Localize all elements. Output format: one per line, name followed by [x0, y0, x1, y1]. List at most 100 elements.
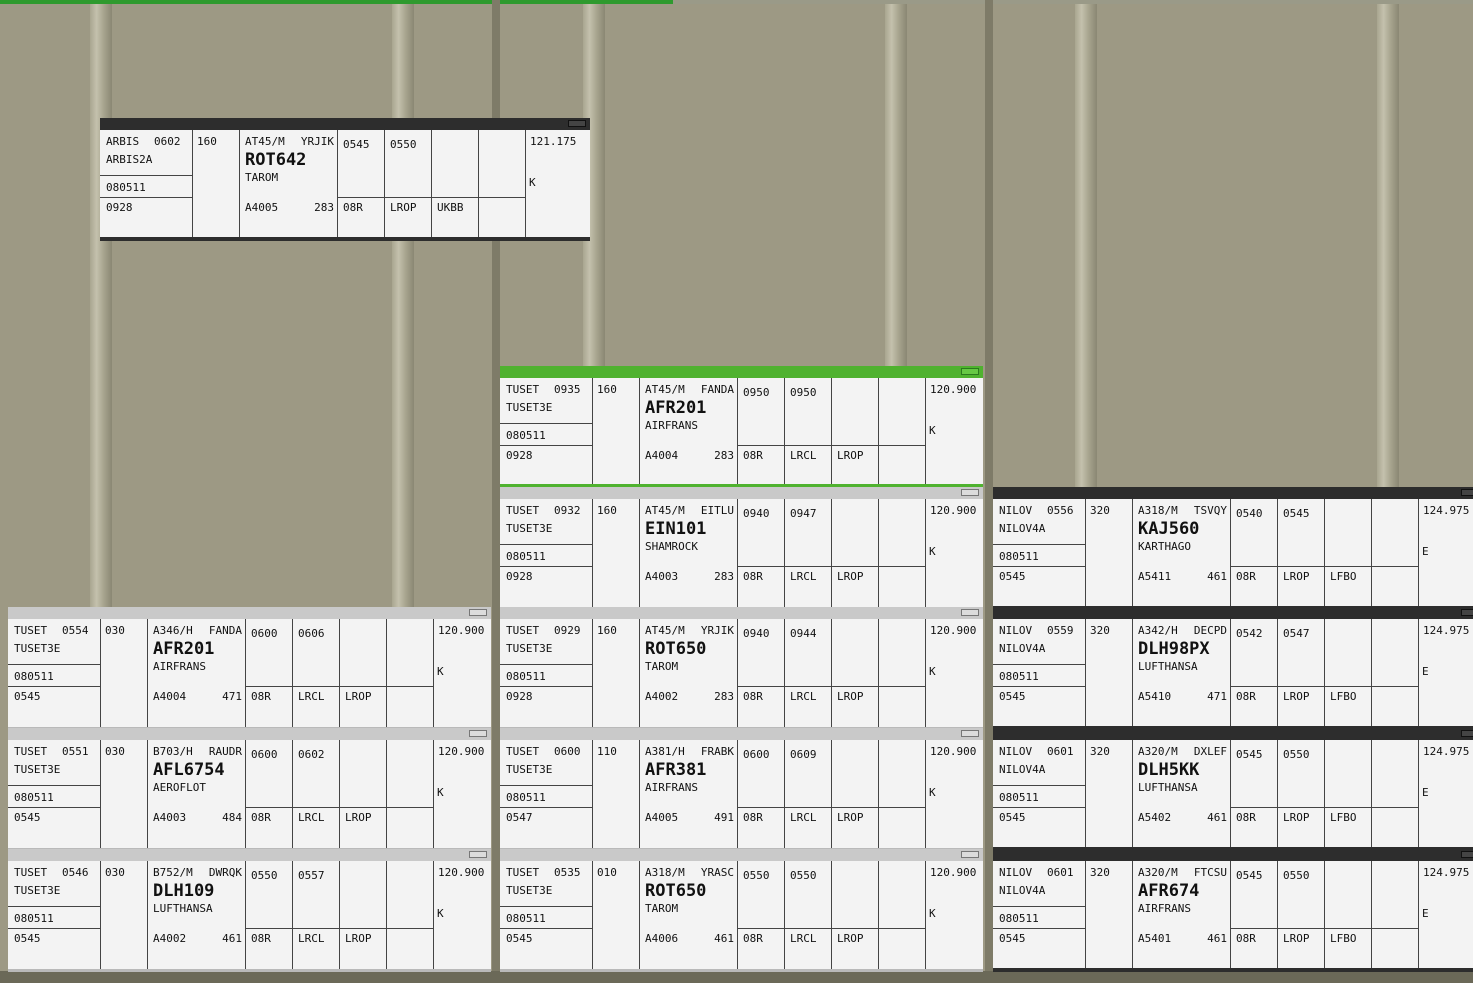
- strip-level-cell[interactable]: 320: [1085, 740, 1132, 847]
- strip-body[interactable]: ARBIS 0602 ARBIS2A 080511 0928 160 AT45/…: [100, 130, 590, 241]
- strip-header-bar[interactable]: [8, 849, 491, 861]
- strip-time2-cell[interactable]: 0606 LRCL: [292, 619, 339, 727]
- strip-level-cell[interactable]: 160: [592, 378, 639, 484]
- strip-time1-cell[interactable]: 0600 08R: [737, 740, 784, 848]
- strip-level-cell[interactable]: 160: [192, 130, 239, 237]
- drag-grip-icon[interactable]: [1461, 489, 1473, 496]
- strip-time1-cell[interactable]: 0600 08R: [245, 619, 292, 727]
- strip-empty-cell[interactable]: [878, 619, 925, 727]
- strip-time1-cell[interactable]: 0940 08R: [737, 619, 784, 727]
- flight-strip-rot650[interactable]: TUSET 0929 TUSET3E 080511 0928 160 AT45/…: [500, 607, 983, 730]
- strip-time2-cell[interactable]: 0947 LRCL: [784, 499, 831, 607]
- flight-strip-afr201[interactable]: TUSET 0935 TUSET3E 080511 0928 160 AT45/…: [500, 366, 983, 489]
- flight-strip-afr381[interactable]: TUSET 0600 TUSET3E 080511 0547 110 A381/…: [500, 728, 983, 851]
- strip-empty-cell[interactable]: [1371, 740, 1418, 847]
- strip-time2-cell[interactable]: 0550 LROP: [1277, 861, 1324, 968]
- strip-route-cell[interactable]: LFBO: [1324, 861, 1371, 968]
- strip-aircraft-cell[interactable]: AT45/M YRJIK ROT642 TAROM A4005 283: [239, 130, 337, 237]
- flight-strip-afl6754[interactable]: TUSET 0551 TUSET3E 080511 0545 030 B703/…: [8, 728, 491, 851]
- strip-route-cell[interactable]: LROP: [831, 740, 878, 848]
- strip-level-cell[interactable]: 160: [592, 619, 639, 727]
- strip-time1-cell[interactable]: 0950 08R: [737, 378, 784, 484]
- strip-body[interactable]: TUSET 0546 TUSET3E 080511 0545 030 B752/…: [8, 861, 491, 972]
- strip-time2-cell[interactable]: 0550 LRCL: [784, 861, 831, 969]
- strip-body[interactable]: TUSET 0554 TUSET3E 080511 0545 030 A346/…: [8, 619, 491, 730]
- drag-grip-icon[interactable]: [961, 489, 979, 496]
- strip-body[interactable]: TUSET 0535 TUSET3E 080511 0545 010 A318/…: [500, 861, 983, 972]
- strip-header-bar[interactable]: [993, 728, 1473, 740]
- strip-header-bar[interactable]: [500, 607, 983, 619]
- strip-header-bar[interactable]: [993, 607, 1473, 619]
- strip-body[interactable]: TUSET 0929 TUSET3E 080511 0928 160 AT45/…: [500, 619, 983, 730]
- strip-header-bar[interactable]: [500, 366, 983, 378]
- strip-header-bar[interactable]: [500, 728, 983, 740]
- drag-grip-icon[interactable]: [961, 609, 979, 616]
- strip-time2-cell[interactable]: 0550 LROP: [1277, 740, 1324, 847]
- strip-aircraft-cell[interactable]: A346/H FANDA AFR201 AIRFRANS A4004 471: [147, 619, 245, 727]
- strip-time1-cell[interactable]: 0550 08R: [245, 861, 292, 969]
- strip-time1-cell[interactable]: 0542 08R: [1230, 619, 1277, 726]
- strip-time2-cell[interactable]: 0557 LRCL: [292, 861, 339, 969]
- flight-strip-dlh5kk[interactable]: NILOV 0601 NILOV4A 080511 0545 320 A320/…: [993, 728, 1473, 851]
- strip-aircraft-cell[interactable]: A318/M TSVQY KAJ560 KARTHAGO A5411 461: [1132, 499, 1230, 606]
- strip-route-cell[interactable]: LROP: [831, 861, 878, 969]
- strip-aircraft-cell[interactable]: B752/M DWRQK DLH109 LUFTHANSA A4002 461: [147, 861, 245, 969]
- strip-route-cell[interactable]: LROP: [831, 499, 878, 607]
- flight-strip-dlh109[interactable]: TUSET 0546 TUSET3E 080511 0545 030 B752/…: [8, 849, 491, 972]
- strip-header-bar[interactable]: [8, 728, 491, 740]
- strip-route-cell[interactable]: LROP: [831, 378, 878, 484]
- strip-level-cell[interactable]: 320: [1085, 861, 1132, 968]
- strip-level-cell[interactable]: 110: [592, 740, 639, 848]
- strip-aircraft-cell[interactable]: AT45/M EITLU EIN101 SHAMROCK A4003 283: [639, 499, 737, 607]
- drag-grip-icon[interactable]: [568, 120, 586, 127]
- strip-time2-cell[interactable]: 0602 LRCL: [292, 740, 339, 848]
- strip-frequency-cell[interactable]: 120.900 K: [925, 378, 983, 484]
- strip-header-bar[interactable]: [993, 487, 1473, 499]
- strip-body[interactable]: NILOV 0556 NILOV4A 080511 0545 320 A318/…: [993, 499, 1473, 610]
- strip-header-bar[interactable]: [100, 118, 590, 130]
- strip-body[interactable]: TUSET 0551 TUSET3E 080511 0545 030 B703/…: [8, 740, 491, 851]
- strip-time2-cell[interactable]: 0545 LROP: [1277, 499, 1324, 606]
- strip-time2-cell[interactable]: 0547 LROP: [1277, 619, 1324, 726]
- strip-time1-cell[interactable]: 0545 08R: [1230, 861, 1277, 968]
- strip-frequency-cell[interactable]: 120.900 K: [925, 861, 983, 969]
- strip-frequency-cell[interactable]: 121.175 K: [525, 130, 590, 237]
- strip-route-cell[interactable]: LROP: [339, 861, 386, 969]
- strip-route-cell[interactable]: LROP: [339, 740, 386, 848]
- drag-grip-icon[interactable]: [961, 730, 979, 737]
- drag-grip-icon[interactable]: [1461, 851, 1473, 858]
- strip-header-bar[interactable]: [500, 849, 983, 861]
- strip-frequency-cell[interactable]: 120.900 K: [433, 740, 491, 848]
- strip-route-cell[interactable]: UKBB: [431, 130, 478, 237]
- strip-time1-cell[interactable]: 0540 08R: [1230, 499, 1277, 606]
- strip-time1-cell[interactable]: 0550 08R: [737, 861, 784, 969]
- strip-frequency-cell[interactable]: 120.900 K: [925, 619, 983, 727]
- strip-aircraft-cell[interactable]: AT45/M FANDA AFR201 AIRFRANS A4004 283: [639, 378, 737, 484]
- strip-header-bar[interactable]: [8, 607, 491, 619]
- strip-empty-cell[interactable]: [878, 499, 925, 607]
- strip-aircraft-cell[interactable]: A320/M FTCSU AFR674 AIRFRANS A5401 461: [1132, 861, 1230, 968]
- strip-level-cell[interactable]: 030: [100, 740, 147, 848]
- strip-empty-cell[interactable]: [1371, 861, 1418, 968]
- strip-frequency-cell[interactable]: 120.900 K: [433, 619, 491, 727]
- strip-route-cell[interactable]: LFBO: [1324, 740, 1371, 847]
- strip-frequency-cell[interactable]: 124.975 E: [1418, 861, 1473, 968]
- drag-grip-icon[interactable]: [961, 368, 979, 375]
- strip-level-cell[interactable]: 320: [1085, 619, 1132, 726]
- strip-time1-cell[interactable]: 0545 08R: [1230, 740, 1277, 847]
- drag-grip-icon[interactable]: [1461, 730, 1473, 737]
- strip-time2-cell[interactable]: 0609 LRCL: [784, 740, 831, 848]
- flight-strip-rot650[interactable]: TUSET 0535 TUSET3E 080511 0545 010 A318/…: [500, 849, 983, 972]
- strip-level-cell[interactable]: 160: [592, 499, 639, 607]
- strip-empty-cell[interactable]: [386, 740, 433, 848]
- strip-aircraft-cell[interactable]: A320/M DXLEF DLH5KK LUFTHANSA A5402 461: [1132, 740, 1230, 847]
- strip-route-cell[interactable]: LROP: [831, 619, 878, 727]
- strip-aircraft-cell[interactable]: A342/H DECPD DLH98PX LUFTHANSA A5410 471: [1132, 619, 1230, 726]
- strip-time2-cell[interactable]: 0950 LRCL: [784, 378, 831, 484]
- flight-strip-afr201[interactable]: TUSET 0554 TUSET3E 080511 0545 030 A346/…: [8, 607, 491, 730]
- strip-aircraft-cell[interactable]: A318/M YRASC ROT650 TAROM A4006 461: [639, 861, 737, 969]
- strip-empty-cell[interactable]: [386, 619, 433, 727]
- strip-body[interactable]: NILOV 0601 NILOV4A 080511 0545 320 A320/…: [993, 861, 1473, 972]
- strip-time2-cell[interactable]: 0944 LRCL: [784, 619, 831, 727]
- strip-time1-cell[interactable]: 0545 08R: [337, 130, 384, 237]
